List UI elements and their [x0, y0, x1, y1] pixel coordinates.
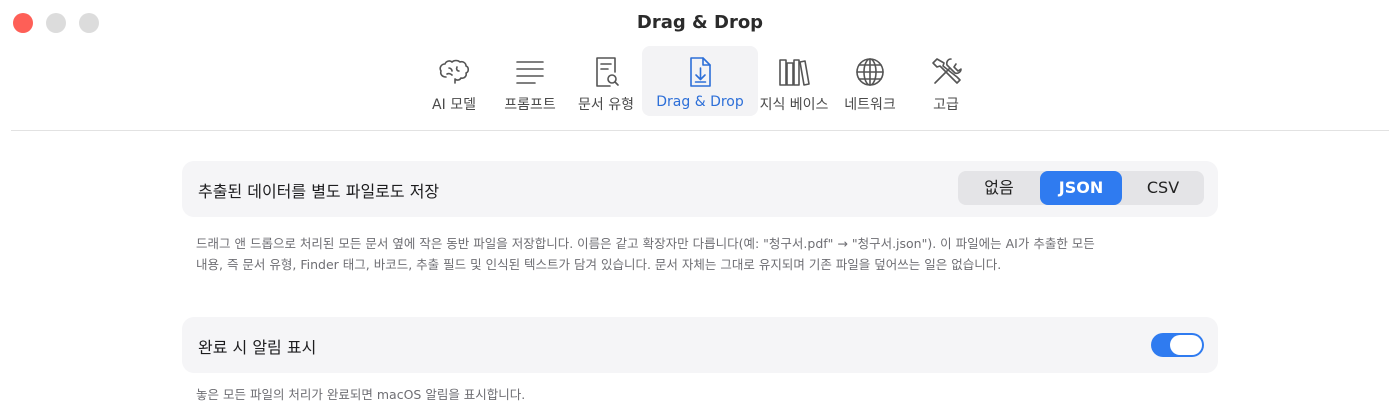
- tab-label: Drag & Drop: [656, 94, 744, 110]
- document-search-icon: [589, 52, 623, 92]
- notification-setting-label: 완료 시 알림 표시: [198, 338, 317, 357]
- tab-drag-and-drop[interactable]: Drag & Drop: [642, 46, 758, 116]
- tools-icon: [929, 52, 963, 92]
- notification-toggle[interactable]: [1151, 333, 1204, 357]
- text-lines-icon: [513, 52, 547, 92]
- tab-label: 고급: [933, 97, 959, 113]
- brain-icon: [437, 52, 471, 92]
- preferences-toolbar: AI 모델 프롬프트 문서 유형 Drag & Drop 지식 베이스 네트워크…: [0, 46, 1400, 120]
- toolbar-divider: [11, 130, 1389, 131]
- tab-knowledge-base[interactable]: 지식 베이스: [754, 46, 834, 116]
- export-setting-row: 추출된 데이터를 별도 파일로도 저장 없음 JSON CSV: [182, 161, 1218, 217]
- tab-document-types[interactable]: 문서 유형: [566, 46, 646, 116]
- notification-setting-description: 놓은 모든 파일의 처리가 완료되면 macOS 알림을 표시합니다.: [196, 387, 526, 402]
- tab-advanced[interactable]: 고급: [906, 46, 986, 116]
- tab-prompt[interactable]: 프롬프트: [490, 46, 570, 116]
- export-setting-label: 추출된 데이터를 별도 파일로도 저장: [198, 182, 440, 201]
- format-option-none[interactable]: 없음: [958, 171, 1040, 205]
- tab-label: 문서 유형: [578, 97, 634, 113]
- notification-setting-row: 완료 시 알림 표시: [182, 317, 1218, 373]
- description-line: 드래그 앤 드롭으로 처리된 모든 문서 옆에 작은 동반 파일을 저장합니다.…: [196, 236, 1095, 251]
- tab-label: 프롬프트: [504, 97, 556, 113]
- export-format-segmented-control: 없음 JSON CSV: [958, 171, 1204, 205]
- tab-ai-model[interactable]: AI 모델: [414, 46, 494, 116]
- tab-label: 네트워크: [844, 97, 896, 113]
- toggle-knob: [1170, 335, 1202, 355]
- description-line: 내용, 즉 문서 유형, Finder 태그, 바코드, 추출 필드 및 인식된…: [196, 257, 1002, 272]
- preferences-window: Drag & Drop AI 모델 프롬프트 문서 유형 Drag & Drop: [0, 0, 1400, 419]
- tab-network[interactable]: 네트워크: [830, 46, 910, 116]
- books-icon: [777, 52, 811, 92]
- format-option-json[interactable]: JSON: [1040, 171, 1122, 205]
- export-setting-description: 드래그 앤 드롭으로 처리된 모든 문서 옆에 작은 동반 파일을 저장합니다.…: [196, 233, 1211, 275]
- format-option-csv[interactable]: CSV: [1122, 171, 1204, 205]
- globe-icon: [853, 52, 887, 92]
- tab-label: 지식 베이스: [759, 97, 829, 113]
- document-download-icon: [683, 52, 717, 92]
- window-title: Drag & Drop: [636, 12, 764, 33]
- tab-label: AI 모델: [432, 97, 476, 113]
- title-bar: Drag & Drop: [0, 0, 1400, 46]
